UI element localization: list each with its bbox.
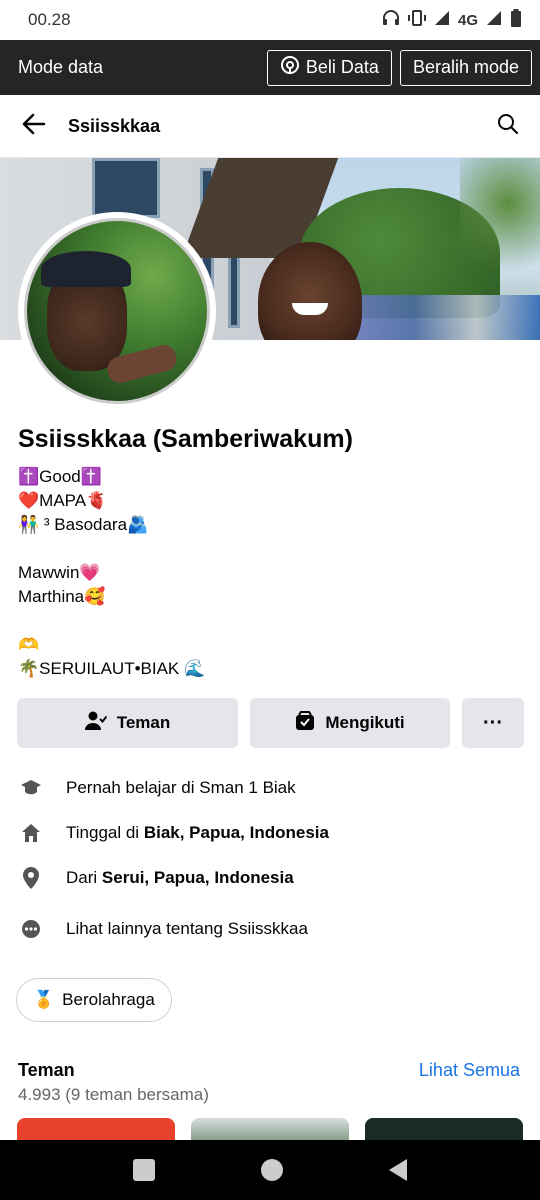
more-options-button[interactable]: ··· bbox=[462, 698, 524, 748]
bio-line: Marthina🥰 bbox=[18, 587, 106, 606]
status-icons: 4G bbox=[382, 9, 522, 31]
profile-bio: ✝️Good✝️ ❤️MAPA🫀 👫 ³ Basodara🫂 Mawwin💗 M… bbox=[18, 465, 518, 681]
intro-details: Pernah belajar di Sman 1 Biak Tinggal di… bbox=[0, 765, 540, 951]
signal-icon bbox=[434, 10, 450, 30]
interest-chip[interactable]: 🏅 Berolahraga bbox=[16, 978, 172, 1022]
data-mode-title: Mode data bbox=[18, 57, 104, 77]
person-check-icon bbox=[84, 711, 107, 736]
see-more-about-row[interactable]: Lihat lainnya tentang Ssiisskkaa bbox=[0, 906, 540, 951]
friends-count: 4.993 (9 teman bersama) bbox=[18, 1085, 209, 1104]
following-button[interactable]: Mengikuti bbox=[250, 698, 450, 748]
from-row[interactable]: Dari Serui, Papua, Indonesia bbox=[0, 855, 540, 900]
see-more-about-text: Lihat lainnya tentang Ssiisskkaa bbox=[66, 918, 308, 938]
from-place: Serui, Papua, Indonesia bbox=[101, 867, 294, 887]
profile-name: Ssiisskkaa (Samberiwakum) bbox=[18, 425, 353, 453]
buy-data-label: Beli Data bbox=[305, 57, 379, 77]
network-label: 4G bbox=[457, 11, 478, 29]
buy-data-button[interactable]: Beli Data bbox=[266, 49, 392, 86]
back-nav-button[interactable] bbox=[389, 1159, 407, 1181]
search-button[interactable] bbox=[476, 95, 540, 158]
lives-in-place: Biak, Papua, Indonesia bbox=[143, 822, 329, 842]
bio-line bbox=[18, 537, 518, 561]
ellipsis-circle-icon bbox=[20, 918, 42, 940]
broadcast-icon bbox=[280, 55, 300, 80]
status-bar: 00.28 4G bbox=[0, 0, 540, 40]
following-label: Mengikuti bbox=[325, 713, 405, 732]
education-text: Pernah belajar di Sman 1 Biak bbox=[66, 777, 296, 797]
friends-section-title: Teman bbox=[18, 1060, 75, 1080]
home-icon bbox=[20, 822, 42, 844]
search-icon bbox=[497, 113, 519, 140]
data-mode-bar: Mode data Beli Data Beralih mode bbox=[0, 40, 540, 95]
medal-icon: 🏅 bbox=[33, 990, 55, 1009]
friend-button[interactable]: Teman bbox=[17, 698, 238, 748]
battery-icon bbox=[510, 9, 522, 31]
lives-in-row[interactable]: Tinggal di Biak, Papua, Indonesia bbox=[0, 810, 540, 855]
more-options-label: ··· bbox=[483, 711, 503, 734]
location-pin-icon bbox=[20, 866, 42, 889]
page-title: Ssiisskkaa bbox=[68, 115, 161, 136]
lives-in-prefix: Tinggal di bbox=[66, 822, 144, 842]
education-row[interactable]: Pernah belajar di Sman 1 Biak bbox=[0, 765, 540, 810]
arrow-left-icon bbox=[22, 113, 46, 140]
signal-icon-2 bbox=[486, 10, 502, 30]
bio-line: 👫 ³ Basodara🫂 bbox=[18, 515, 149, 534]
avatar bbox=[24, 218, 210, 404]
graduation-cap-icon bbox=[20, 777, 42, 799]
switch-mode-label: Beralih mode bbox=[412, 57, 519, 77]
bio-line: 🫶 bbox=[18, 635, 40, 654]
bio-line: ✝️Good✝️ bbox=[18, 467, 102, 486]
from-prefix: Dari bbox=[66, 867, 102, 887]
bio-line: 🌴SERUILAUT•BIAK 🌊 bbox=[18, 659, 206, 678]
home-button[interactable] bbox=[261, 1159, 283, 1181]
back-button[interactable] bbox=[0, 95, 68, 158]
friend-label: Teman bbox=[116, 713, 171, 732]
recent-apps-button[interactable] bbox=[133, 1159, 155, 1181]
bio-line: Mawwin💗 bbox=[18, 563, 101, 582]
status-time: 00.28 bbox=[28, 10, 71, 29]
switch-mode-button[interactable]: Beralih mode bbox=[399, 49, 532, 86]
profile-picture[interactable] bbox=[18, 212, 216, 410]
vibrate-icon bbox=[407, 10, 426, 30]
system-navigation-bar bbox=[0, 1140, 540, 1200]
profile-actions: Teman Mengikuti ··· bbox=[17, 698, 524, 748]
headphones-icon bbox=[382, 10, 400, 30]
bio-line bbox=[18, 609, 518, 633]
bio-line: ❤️MAPA🫀 bbox=[18, 491, 108, 510]
following-icon bbox=[295, 710, 315, 736]
interest-label: Berolahraga bbox=[62, 990, 155, 1009]
see-all-friends-link[interactable]: Lihat Semua bbox=[419, 1060, 520, 1081]
profile-header: Ssiisskkaa bbox=[0, 95, 540, 158]
